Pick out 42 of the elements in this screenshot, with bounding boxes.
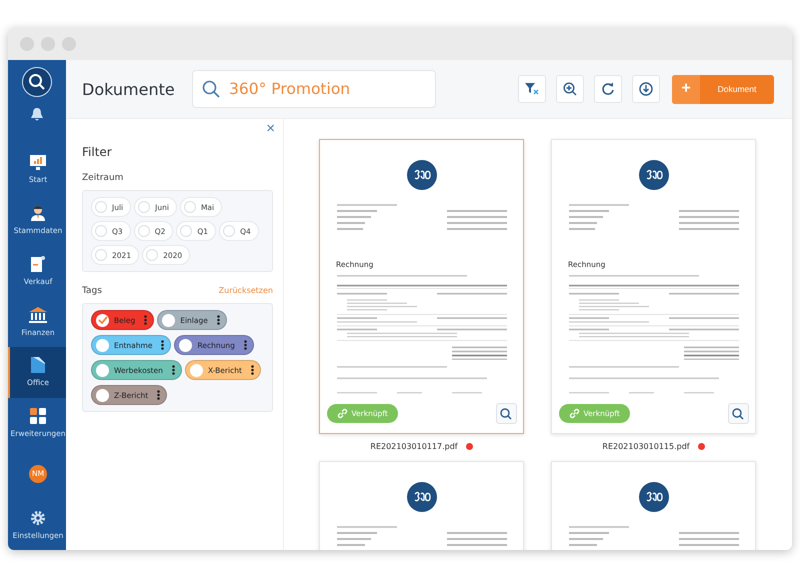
settings-icon: [30, 510, 46, 526]
close-button[interactable]: ×: [266, 121, 275, 136]
zoom-in-button[interactable]: [556, 75, 584, 103]
link-icon: [336, 408, 348, 419]
refresh-button[interactable]: [594, 75, 622, 103]
filter-clear-icon: [525, 83, 539, 95]
preview-button[interactable]: [728, 403, 748, 424]
more-options-icon[interactable]: [244, 340, 247, 350]
chart-icon: [30, 154, 46, 170]
document-icon: [31, 357, 45, 374]
logo-icon: [638, 482, 668, 512]
checkmark-icon: [98, 316, 108, 324]
more-options-icon[interactable]: [216, 315, 220, 325]
bell-icon[interactable]: [30, 106, 44, 122]
more-options-icon[interactable]: [250, 365, 254, 375]
filter-title: Filter: [82, 145, 113, 159]
link-icon: [568, 408, 580, 419]
section-label: Zeitraum: [82, 173, 124, 183]
search-icon: [28, 72, 46, 91]
person-icon: [30, 205, 46, 222]
clear-filter-button[interactable]: [518, 75, 546, 103]
download-button[interactable]: [632, 75, 660, 103]
bank-icon: [29, 306, 47, 323]
search-icon: [500, 408, 512, 420]
more-options-icon[interactable]: [161, 340, 164, 350]
page-title: Dokumente: [82, 80, 176, 98]
grid-icon: [30, 408, 46, 424]
preview-button[interactable]: [496, 403, 516, 424]
more-options-icon[interactable]: [157, 390, 160, 400]
zoom-in-icon: [563, 82, 577, 96]
logo-icon: [406, 482, 436, 512]
refresh-icon: [601, 82, 615, 96]
logo-icon: [406, 160, 436, 190]
section-label: Tags: [82, 286, 102, 296]
file-name: RE202103010115.pdf: [602, 442, 690, 451]
file-name: RE202103010117.pdf: [370, 442, 458, 451]
logo-icon: [638, 160, 668, 190]
download-icon: [639, 82, 653, 96]
search-icon: [732, 408, 744, 420]
search-button[interactable]: [22, 67, 52, 97]
more-options-icon[interactable]: [172, 365, 175, 375]
document-icon: [31, 256, 45, 272]
